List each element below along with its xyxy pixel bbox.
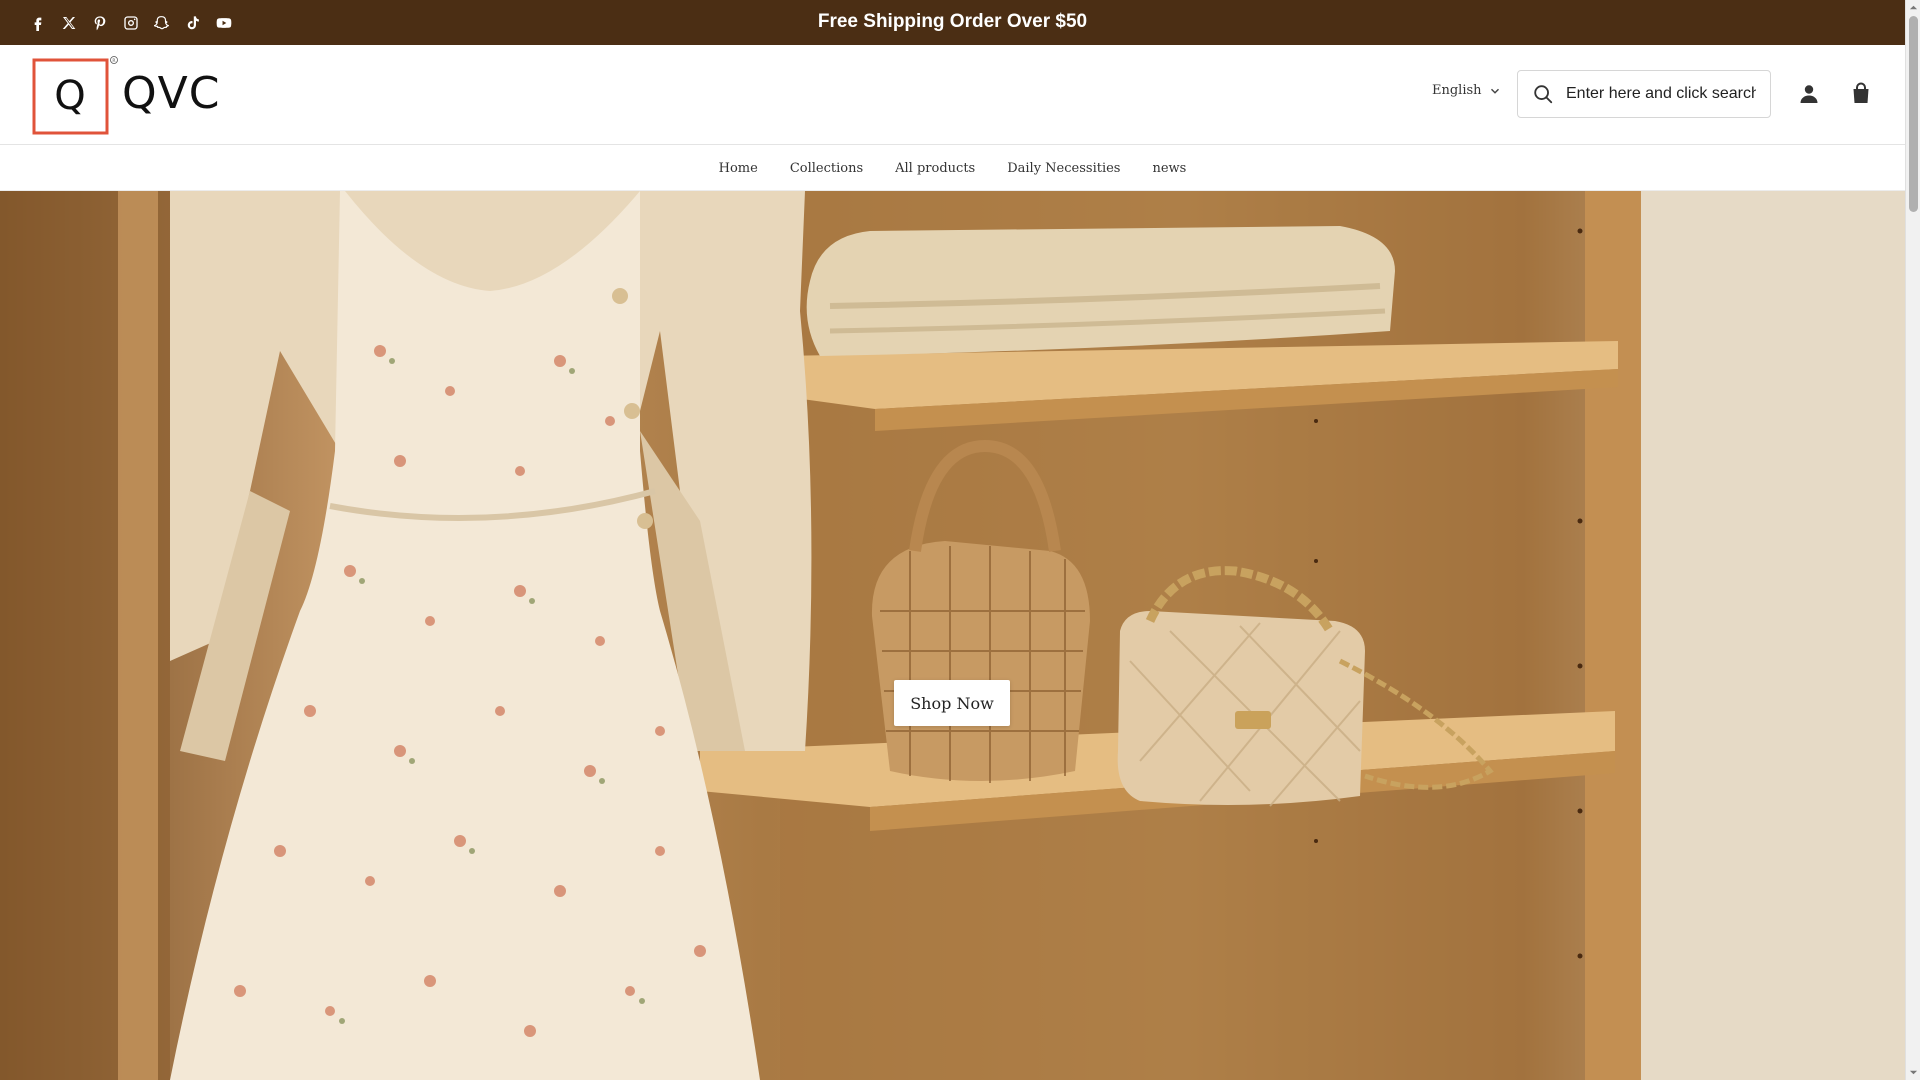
nav-all-products[interactable]: All products	[895, 161, 975, 176]
cart-icon[interactable]	[1849, 81, 1873, 105]
announcement-bar: Free Shipping Order Over $50	[0, 0, 1905, 45]
shop-now-button[interactable]: Shop Now	[894, 680, 1010, 726]
scrollbar-thumb[interactable]	[1909, 16, 1918, 212]
main-nav: Home Collections All products Daily Nece…	[0, 146, 1905, 191]
site-header: Q R QVC English	[0, 45, 1905, 145]
page-scrollbar[interactable]	[1905, 0, 1920, 1080]
language-selector[interactable]: English	[1432, 83, 1500, 98]
svg-text:R: R	[112, 58, 115, 64]
account-icon[interactable]	[1797, 82, 1821, 106]
nav-collections[interactable]: Collections	[790, 161, 863, 176]
scroll-down-arrow-icon[interactable]	[1909, 1068, 1918, 1077]
nav-news[interactable]: news	[1152, 161, 1186, 176]
language-label: English	[1432, 83, 1482, 98]
search-input[interactable]	[1566, 85, 1756, 103]
scroll-up-arrow-icon[interactable]	[1909, 3, 1918, 12]
search-icon[interactable]	[1532, 83, 1554, 105]
logo-wordmark: QVC	[122, 68, 220, 119]
site-logo[interactable]: Q R QVC	[32, 55, 237, 135]
nav-home[interactable]: Home	[719, 161, 758, 176]
hero-banner[interactable]: Shop Now	[0, 191, 1905, 1080]
hero-image	[0, 191, 1905, 1080]
nav-daily-necessities[interactable]: Daily Necessities	[1007, 161, 1120, 176]
chevron-down-icon	[1490, 88, 1499, 94]
announcement-text: Free Shipping Order Over $50	[817, 11, 1088, 32]
search-box[interactable]	[1517, 70, 1771, 118]
logo-mark: Q	[54, 73, 85, 119]
